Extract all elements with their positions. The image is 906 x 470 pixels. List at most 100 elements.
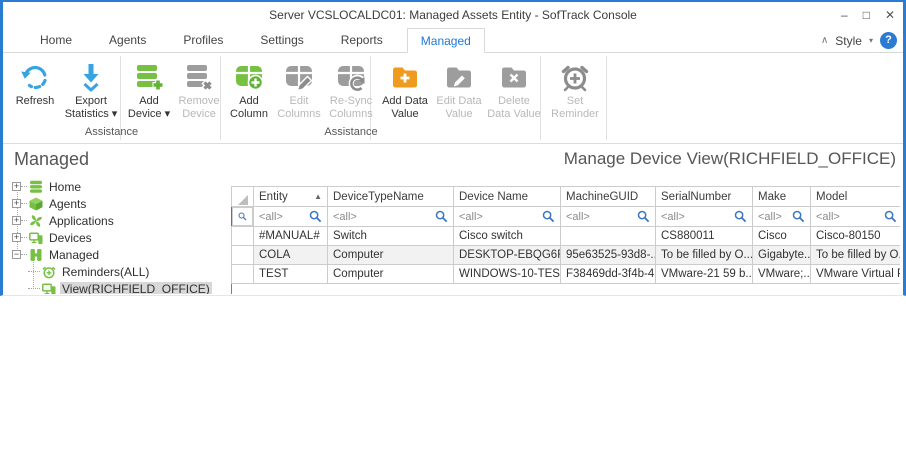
filter-cell-machineguid[interactable]: <all> xyxy=(561,207,656,227)
column-header-devicetypename[interactable]: DeviceTypeName xyxy=(328,187,454,207)
table-row[interactable]: #MANUAL# Switch Cisco switch CS880011 Ci… xyxy=(232,227,901,246)
tree-item-reminders[interactable]: Reminders(ALL) xyxy=(6,263,231,280)
content-area: Managed + Home + xyxy=(6,146,900,294)
ribbon-group-caption: Assistance xyxy=(220,126,482,141)
filter-cell-devicetypename[interactable]: <all> xyxy=(328,207,454,227)
column-header-serialnumber[interactable]: SerialNumber xyxy=(656,187,753,207)
export-statistics-icon xyxy=(75,58,107,95)
table-cell[interactable]: COLA xyxy=(254,246,328,265)
table-cell[interactable]: #MANUAL# xyxy=(254,227,328,246)
column-header-devicename[interactable]: Device Name xyxy=(454,187,561,207)
table-cell[interactable]: F38469dd-3f4b-4... xyxy=(561,265,656,284)
sort-asc-icon: ▲ xyxy=(314,192,322,201)
table-cell[interactable]: TEST xyxy=(254,265,328,284)
tab-profiles[interactable]: Profiles xyxy=(170,28,236,52)
collapse-ribbon-icon[interactable]: ∧ xyxy=(821,35,828,46)
button-label: Delete xyxy=(498,95,530,108)
tree-item-devices[interactable]: + Devices xyxy=(6,229,231,246)
filter-cell-entity[interactable]: <all> xyxy=(254,207,328,227)
set-reminder-button: Set Reminder xyxy=(544,58,606,140)
row-indicator-cell[interactable] xyxy=(232,246,254,265)
screen: Server VCSLOCALDC01: Managed Assets Enti… xyxy=(0,0,906,470)
tree-item-agents[interactable]: + Agents xyxy=(6,195,231,212)
table-cell[interactable]: To be filled by O.... xyxy=(656,246,753,265)
table-cell[interactable]: Cisco-80150 xyxy=(811,227,901,246)
style-caret-icon[interactable]: ▾ xyxy=(869,36,873,45)
window-title: Server VCSLOCALDC01: Managed Assets Enti… xyxy=(269,8,637,22)
search-icon xyxy=(435,210,448,223)
row-indicator-cell[interactable] xyxy=(232,265,254,284)
table-cell[interactable]: Cisco switch xyxy=(454,227,561,246)
button-label: Value xyxy=(391,108,418,121)
ribbon-group-caption: Assistance xyxy=(3,126,220,141)
table-cell[interactable]: VMware Virtual Pla xyxy=(811,265,901,284)
tab-agents[interactable]: Agents xyxy=(96,28,159,52)
table-cell[interactable]: 95e63525-93d8-... xyxy=(561,246,656,265)
tree-item-applications[interactable]: + Applications xyxy=(6,212,231,229)
edit-columns-icon xyxy=(283,58,315,95)
expand-icon[interactable]: + xyxy=(12,233,21,242)
button-label: Edit Data xyxy=(436,95,481,108)
table-cell[interactable]: VMware-21 59 b... xyxy=(656,265,753,284)
table-cell[interactable]: Gigabyte... xyxy=(753,246,811,265)
column-header-make[interactable]: Make xyxy=(753,187,811,207)
alarm-plus-icon xyxy=(42,265,57,279)
table-cell[interactable]: DESKTOP-EBQG6RR xyxy=(454,246,561,265)
help-button[interactable]: ? xyxy=(880,32,897,49)
minimize-button[interactable]: – xyxy=(841,2,848,28)
button-label: Add xyxy=(139,95,159,108)
table-cell[interactable]: Cisco xyxy=(753,227,811,246)
table-cell[interactable]: To be filled by O.E xyxy=(811,246,901,265)
table-cell[interactable]: Switch xyxy=(328,227,454,246)
column-header-model[interactable]: Model xyxy=(811,187,901,207)
add-column-icon xyxy=(233,58,265,95)
button-label: Columns xyxy=(277,108,320,121)
collapse-icon[interactable]: − xyxy=(12,250,21,259)
button-label: Device xyxy=(182,108,216,121)
maximize-button[interactable]: □ xyxy=(863,2,870,28)
button-label: Data Value xyxy=(487,108,541,121)
tab-home[interactable]: Home xyxy=(27,28,85,52)
table-row[interactable]: COLA Computer DESKTOP-EBQG6RR 95e63525-9… xyxy=(232,246,901,265)
table-row[interactable]: TEST Computer WINDOWS-10-TEST F38469dd-3… xyxy=(232,265,901,284)
add-data-value-icon xyxy=(389,58,421,95)
row-indicator-header[interactable] xyxy=(232,187,254,207)
set-reminder-icon xyxy=(559,58,591,95)
filter-indicator-cell[interactable] xyxy=(232,207,253,226)
table-cell[interactable]: CS880011 xyxy=(656,227,753,246)
button-label: Refresh xyxy=(16,95,55,108)
filter-row: <all> <all> <all> <all> <all> <all> <all… xyxy=(232,207,901,227)
column-header-entity[interactable]: Entity ▲ xyxy=(254,187,328,207)
button-label: Value xyxy=(445,108,472,121)
table-cell[interactable] xyxy=(561,227,656,246)
table-cell[interactable]: VMware;... xyxy=(753,265,811,284)
tree-item-home[interactable]: + Home xyxy=(6,178,231,195)
style-menu[interactable]: Style xyxy=(835,34,862,48)
expand-icon[interactable]: + xyxy=(12,199,21,208)
button-label: Re-Sync xyxy=(330,95,372,108)
column-header-machineguid[interactable]: MachineGUID xyxy=(561,187,656,207)
tab-reports[interactable]: Reports xyxy=(328,28,396,52)
tab-managed[interactable]: Managed xyxy=(407,28,485,53)
filter-cell-model[interactable]: <all> xyxy=(811,207,901,227)
table-cell[interactable]: WINDOWS-10-TEST xyxy=(454,265,561,284)
filter-cell-make[interactable]: <all> xyxy=(753,207,811,227)
cube-icon xyxy=(29,197,44,211)
button-label: Device ▾ xyxy=(128,108,170,121)
table-cell[interactable]: Computer xyxy=(328,265,454,284)
group-separator xyxy=(606,56,607,140)
tree-item-managed[interactable]: − Managed xyxy=(6,246,231,263)
table-cell[interactable]: Computer xyxy=(328,246,454,265)
tree-item-view[interactable]: View(RICHFIELD_OFFICE) xyxy=(6,280,231,294)
button-label: Column xyxy=(230,108,268,121)
expand-icon[interactable]: + xyxy=(12,216,21,225)
close-button[interactable]: ✕ xyxy=(885,2,895,28)
expand-icon[interactable]: + xyxy=(12,182,21,191)
tab-settings[interactable]: Settings xyxy=(247,28,316,52)
row-indicator-cell[interactable] xyxy=(232,227,254,246)
ribbon: Refresh Export Statistics ▾ xyxy=(3,53,903,144)
filter-cell-serialnumber[interactable]: <all> xyxy=(656,207,753,227)
resync-columns-icon xyxy=(335,58,367,95)
filter-cell-devicename[interactable]: <all> xyxy=(454,207,561,227)
search-icon xyxy=(542,210,555,223)
